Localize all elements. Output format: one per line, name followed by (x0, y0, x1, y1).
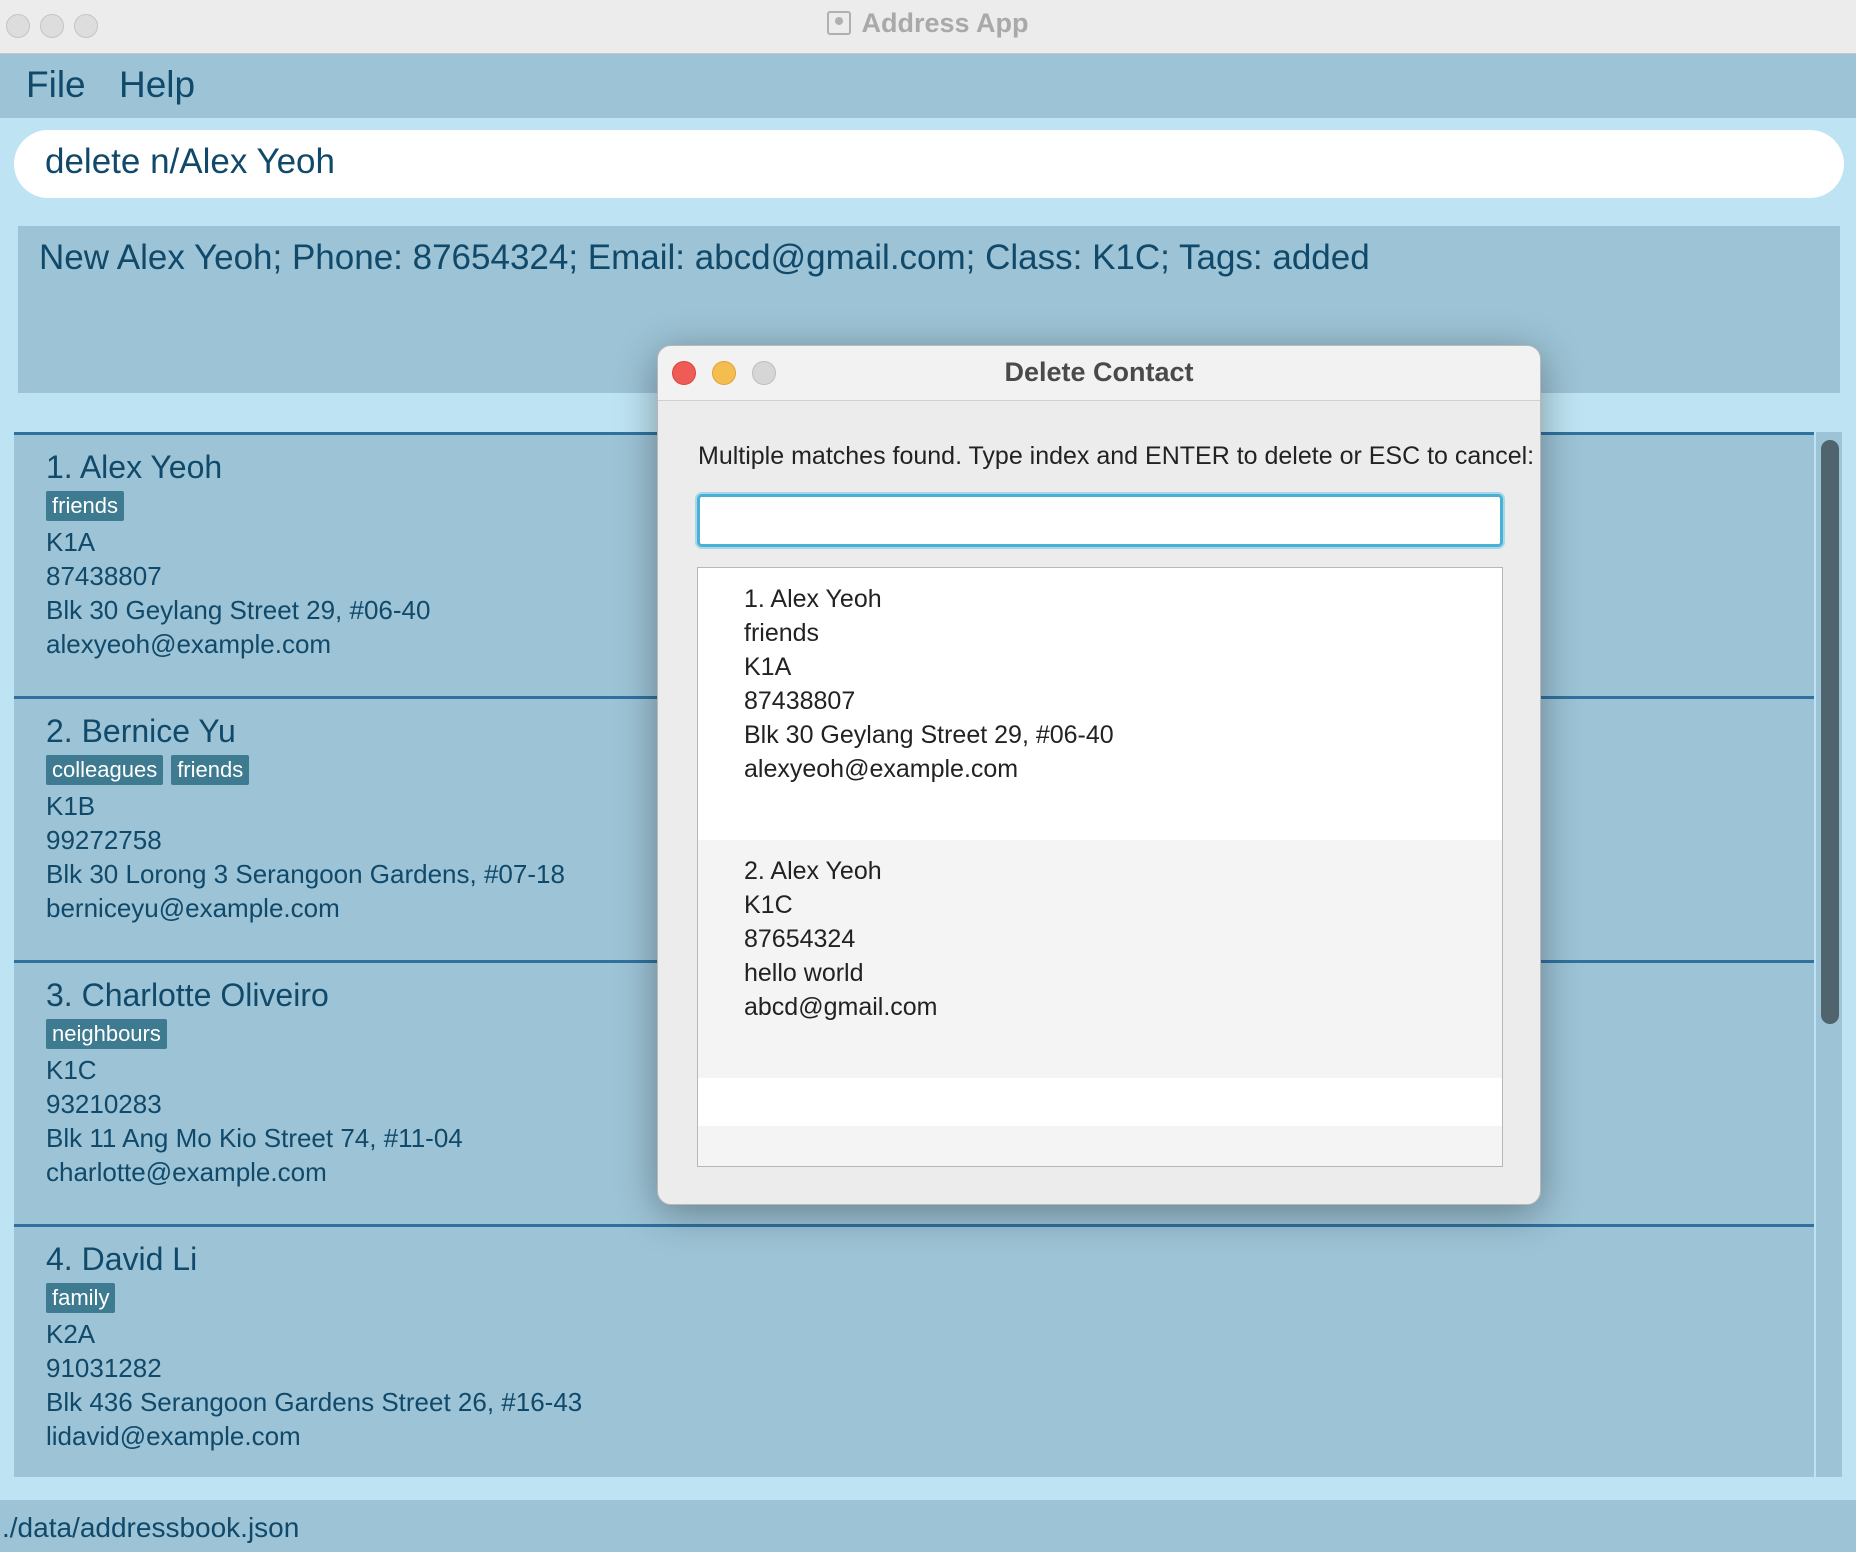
address-app-icon (827, 11, 852, 35)
person-card[interactable]: 4. David Li family K2A 91031282 Blk 436 … (14, 1224, 1814, 1477)
result-text: New Alex Yeoh; Phone: 87654324; Email: a… (39, 238, 1370, 277)
delete-contact-dialog: Delete Contact Multiple matches found. T… (657, 345, 1541, 1205)
match-phone: 87654324 (744, 925, 856, 953)
person-name: 4. David Li (46, 1241, 198, 1277)
dialog-prompt: Multiple matches found. Type index and E… (698, 442, 1535, 470)
match-tag: friends (744, 619, 820, 647)
tag-badge: family (46, 1283, 116, 1313)
tag-badge: colleagues (46, 755, 164, 785)
match-name: 1. Alex Yeoh (744, 585, 882, 613)
tag-badge: friends (171, 755, 250, 785)
dialog-title: Delete Contact (1004, 357, 1194, 387)
empty-list-row (698, 1078, 1502, 1126)
person-address: Blk 436 Serangoon Gardens Street 26, #16… (46, 1387, 583, 1417)
match-name: 2. Alex Yeoh (744, 857, 882, 885)
tag-badge: friends (46, 491, 125, 521)
status-bar: ./data/addressbook.json (0, 1500, 1856, 1552)
match-address: hello world (744, 959, 864, 987)
tag-badge: neighbours (46, 1019, 167, 1049)
person-class: K2A (46, 1319, 96, 1349)
match-class: K1A (744, 653, 792, 681)
match-phone: 87438807 (744, 687, 856, 715)
window-titlebar: Address App (0, 0, 1856, 54)
command-input[interactable]: delete n/Alex Yeoh (14, 130, 1844, 198)
index-input[interactable] (697, 494, 1503, 547)
match-class: K1C (744, 891, 793, 919)
match-list[interactable]: 1. Alex Yeoh friends K1A 87438807 Blk 30… (697, 567, 1503, 1167)
match-item[interactable]: 2. Alex Yeoh K1C 87654324 hello world ab… (698, 840, 1502, 1078)
person-list-scrollbar-thumb[interactable] (1821, 440, 1839, 1024)
menu-file[interactable]: File (26, 64, 86, 106)
save-location: ./data/addressbook.json (2, 1512, 300, 1543)
dialog-titlebar: Delete Contact (658, 346, 1540, 401)
match-email: alexyeoh@example.com (744, 755, 1019, 783)
window-title: Address App (0, 8, 1856, 39)
match-address: Blk 30 Geylang Street 29, #06-40 (744, 721, 1114, 749)
empty-list-row (698, 1126, 1502, 1166)
person-tags: family (46, 1283, 1814, 1317)
person-phone: 91031282 (46, 1353, 162, 1383)
menu-bar: File Help (0, 54, 1856, 118)
person-email: lidavid@example.com (46, 1421, 301, 1451)
window-title-text: Address App (861, 8, 1029, 38)
match-email: abcd@gmail.com (744, 993, 938, 1021)
match-item[interactable]: 1. Alex Yeoh friends K1A 87438807 Blk 30… (698, 568, 1502, 840)
menu-help[interactable]: Help (119, 64, 195, 106)
